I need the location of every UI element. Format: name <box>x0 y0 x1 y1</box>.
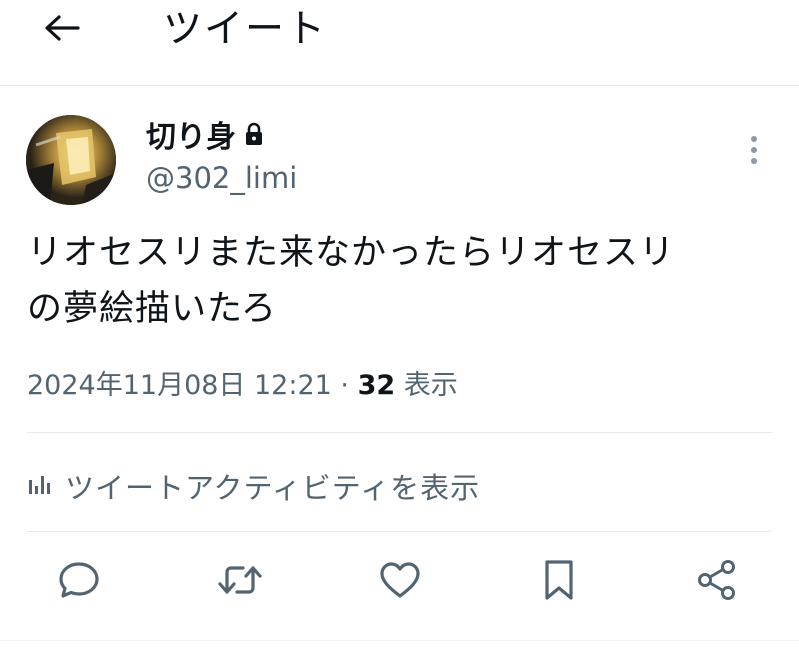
more-vertical-icon <box>750 135 758 169</box>
lock-icon <box>244 122 264 146</box>
avatar[interactable] <box>26 115 116 205</box>
divider <box>27 531 772 532</box>
tweet-action-bar <box>0 556 799 616</box>
author-name-row[interactable]: 切り身 <box>146 112 264 156</box>
user-handle[interactable]: @302_limi <box>146 158 297 198</box>
meta-separator: · <box>331 370 358 401</box>
bookmark-icon <box>541 558 577 606</box>
like-button[interactable] <box>374 556 426 608</box>
heart-icon <box>378 560 422 604</box>
retweet-button[interactable] <box>214 556 266 608</box>
reply-icon <box>57 560 101 604</box>
display-name: 切り身 <box>146 120 236 155</box>
divider <box>0 640 799 641</box>
tweet-activity-label: ツイートアクティビティを表示 <box>65 471 481 505</box>
tweet-text: リオセスリまた来なかったらリオセスリ の夢絵描いたろ <box>27 233 676 329</box>
tweet-timestamp[interactable]: 2024年11月08日 12:21 <box>27 370 332 401</box>
retweet-icon <box>217 560 263 604</box>
tweet-meta: 2024年11月08日 12:21 · 32 表示 <box>27 364 458 408</box>
views-label: 表示 <box>395 370 458 401</box>
share-icon <box>695 558 739 606</box>
reply-button[interactable] <box>53 556 105 608</box>
more-options-button[interactable] <box>738 132 770 172</box>
page-title: ツイート <box>163 7 328 52</box>
tweet-activity-link[interactable]: ツイートアクティビティを表示 <box>27 462 480 510</box>
divider <box>27 432 772 433</box>
bar-chart-icon <box>27 472 53 500</box>
bookmark-button[interactable] <box>533 556 585 608</box>
top-bar: ツイート <box>0 0 799 86</box>
share-button[interactable] <box>691 556 743 608</box>
views-count: 32 <box>357 370 396 401</box>
back-button[interactable] <box>38 12 86 48</box>
arrow-left-icon <box>42 12 82 48</box>
